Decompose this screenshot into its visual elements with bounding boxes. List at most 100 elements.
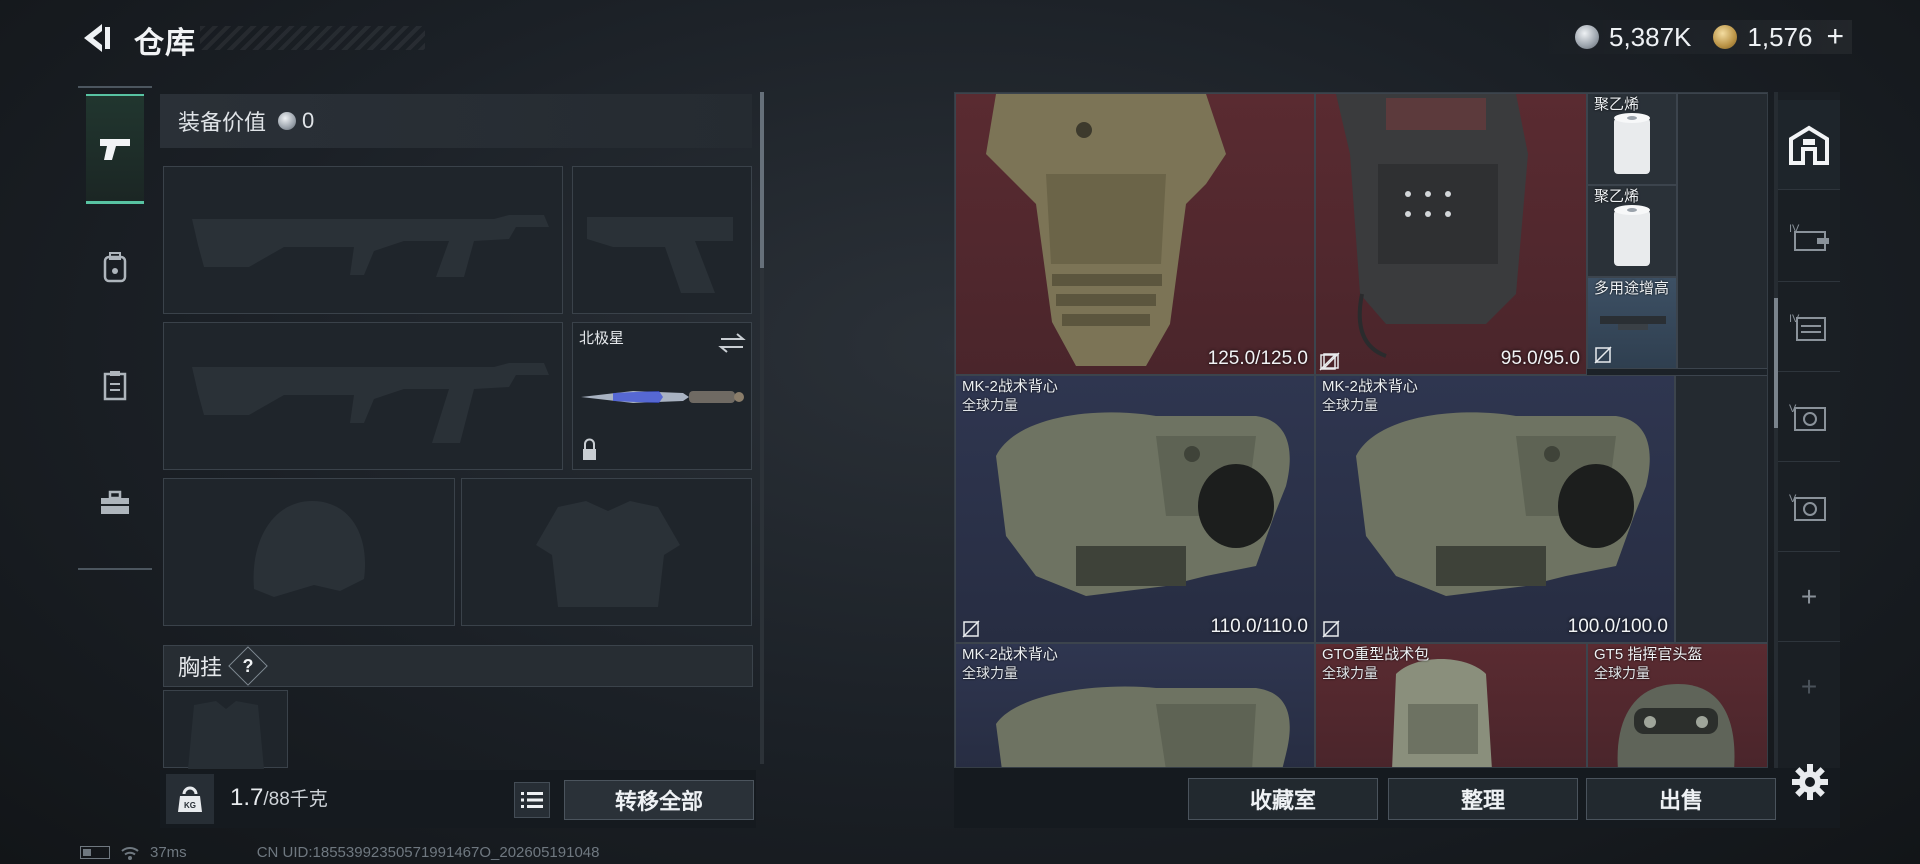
header-decoration [200,26,425,50]
stash-item[interactable]: 聚乙烯 [1587,185,1677,277]
chest-rig-label: 胸挂 [178,655,223,680]
item-faction: 全球力量 [1322,665,1378,681]
currency-bar: 5,387K 1,576 + [1534,20,1852,54]
toolbox-icon [101,490,129,514]
stash-grid: 125.0/125.0 95.0/95.0 聚乙烯 聚乙烯 多用途增高 MK-2… [954,92,1768,768]
status-line: 37ms CN UID:18553992350571991467O_202605… [80,844,599,861]
gold-amount: 1,576 [1747,21,1813,52]
sell-button[interactable]: 出售 [1586,778,1776,820]
tab-tools[interactable] [86,448,144,558]
rig-silhouette-icon [188,701,264,769]
stash-item[interactable]: MK-2战术背心 全球力量 [955,643,1315,767]
item-name: MK-2战术背心 [1322,378,1418,395]
empty-stash-cell[interactable] [1677,93,1767,369]
stash-item[interactable]: GTO重型战术包 全球力量 [1315,643,1587,767]
pistol-silhouette-icon [587,217,733,293]
gold-coin-icon [1713,25,1738,49]
equipment-value-header: 装备价值 0 [160,94,752,148]
scrollbar-thumb[interactable] [760,92,764,268]
chest-rig-slot[interactable] [163,690,288,769]
item-name: GT5 指挥官头盔 [1594,646,1703,663]
wifi-icon [121,846,139,860]
item-name: 聚乙烯 [1594,96,1640,113]
item-name: MK-2战术背心 [962,646,1058,663]
stash-item[interactable]: 125.0/125.0 [955,93,1315,375]
stash-page-tabs: IV IV V V + + [1778,92,1840,768]
back-button[interactable] [76,18,116,58]
item-name: 多用途增高 [1594,280,1670,297]
stash-item[interactable]: GT5 指挥官头盔 全球力量 [1587,643,1767,767]
sidearm-slot[interactable] [572,166,752,314]
list-icon [521,792,543,808]
add-locked-icon: + [1800,671,1818,702]
weight-current: 1.7 [230,784,264,811]
tab-main-stash[interactable] [1778,100,1840,190]
empty-stash-cell[interactable] [1675,375,1767,643]
plate-carrier-image [1336,94,1528,358]
equipment-footer: KG 1.7/88千克 转移全部 [160,770,756,828]
plate-carrier-image [986,94,1226,366]
no-insurance-icon [1594,346,1612,364]
item-faction: 全球力量 [1594,665,1650,681]
equipment-scrollbar[interactable] [760,92,764,764]
tab-safe-v-2[interactable]: V [1778,462,1840,552]
battery-icon [80,846,110,859]
tab-backpack[interactable] [86,212,144,322]
stash-item[interactable]: MK-2战术背心 全球力量 110.0/110.0 [955,375,1315,643]
item-name: MK-2战术背心 [962,378,1058,395]
uid-readout: CN UID:18553992350571991467O_20260519104… [256,844,600,861]
item-faction: 全球力量 [962,665,1018,681]
primary-weapon-slot[interactable] [163,166,563,314]
silver-coin-icon [1574,25,1599,49]
collection-room-button[interactable]: 收藏室 [1188,778,1378,820]
item-durability: 125.0/125.0 [1207,348,1308,369]
item-name: 聚乙烯 [1594,188,1640,205]
tab-case-iv[interactable]: IV [1778,192,1840,282]
safe-v-icon: V [1789,403,1826,431]
sort-button[interactable]: 整理 [1388,778,1578,820]
add-currency-button[interactable]: + [1826,20,1844,54]
stash-item[interactable]: 95.0/95.0 [1315,93,1587,375]
tab-case-iv-2[interactable]: IV [1778,282,1840,372]
kettlebell-icon: KG [178,786,202,812]
no-insurance-icon [962,620,980,638]
case-iv-2-icon: IV [1789,313,1826,341]
stash-item[interactable]: 多用途增高 [1587,277,1677,369]
tab-armor[interactable] [86,330,144,440]
tab-safe-v[interactable]: V [1778,372,1840,462]
help-icon[interactable]: ? [228,646,268,686]
add-stash-page-locked[interactable]: + [1778,642,1840,732]
secondary-weapon-slot[interactable] [163,322,563,470]
equipment-value: 0 [302,108,315,133]
tab-weapons[interactable] [86,94,144,204]
equipment-value-label: 装备价值 [178,110,267,135]
ping-readout: 37ms [150,844,187,861]
case-iv-icon: IV [1789,223,1829,251]
helmet-silhouette-icon [253,501,366,597]
settings-button[interactable] [1790,762,1830,802]
vest-silhouette-icon [536,501,680,607]
item-durability: 110.0/110.0 [1210,616,1308,637]
transfer-all-button[interactable]: 转移全部 [564,780,754,820]
no-insurance-icon [1319,353,1337,371]
weight-icon-box: KG [166,774,214,824]
back-arrow-icon [84,24,110,52]
weight-max: /88千克 [263,789,328,810]
add-stash-page-button[interactable]: + [1778,552,1840,642]
add-icon: + [1800,580,1818,612]
helmet-slot[interactable] [163,478,455,626]
body-armor-slot[interactable] [461,478,752,626]
list-view-button[interactable] [514,782,550,818]
melee-slot[interactable]: 北极星 [572,322,752,470]
swap-icon [718,333,746,353]
clipboard-icon [103,371,127,401]
knife-icon [581,333,746,460]
pistol-icon [100,138,130,160]
backpack-icon [103,252,127,283]
stash-item[interactable]: MK-2战术背心 全球力量 100.0/100.0 [1315,375,1675,643]
stash-item[interactable]: 聚乙烯 [1587,93,1677,185]
equipment-category-tabs [78,86,152,570]
item-faction: 全球力量 [962,397,1018,413]
no-insurance-icon [1322,620,1340,638]
item-durability: 100.0/100.0 [1567,616,1668,637]
